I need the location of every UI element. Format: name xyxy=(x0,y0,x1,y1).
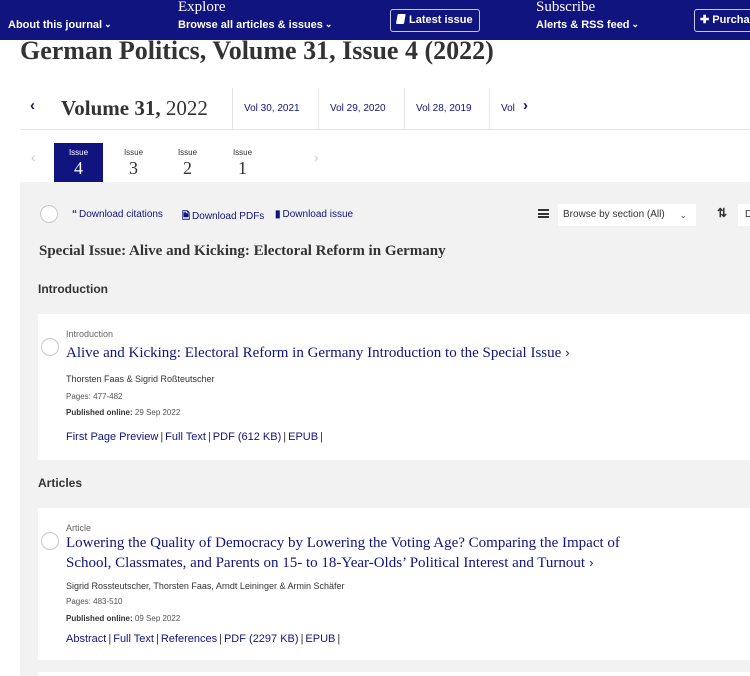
article-links: Abstract | Full Text | References | PDF (2297 … xyxy=(66,633,341,645)
full-text-link[interactable]: Full Text xyxy=(165,431,206,443)
article-card-next xyxy=(38,672,750,676)
download-issue-link[interactable]: ▮ Download issue xyxy=(275,209,353,220)
published-label: Published online: xyxy=(66,614,133,623)
section-heading-articles: Articles xyxy=(38,476,83,490)
article-pages: Pages: 477-482 xyxy=(66,392,123,401)
explore-menu[interactable]: Explore Browse all articles & issues ⌄ xyxy=(178,0,332,32)
subscribe-subtitle: Alerts & RSS feed xyxy=(536,19,630,31)
volume-link-30[interactable]: Vol 30, 2021 xyxy=(232,88,300,130)
browse-select-value: Browse by section (All) xyxy=(563,209,665,220)
published-date: 09 Sep 2022 xyxy=(134,614,181,623)
article-title-line-2: School, Classmates, and Parents on 15- t… xyxy=(66,555,586,571)
abstract-link[interactable]: Abstract xyxy=(66,633,106,645)
article-title-line-1: Lowering the Quality of Democracy by Low… xyxy=(66,535,620,551)
about-journal-label: About this journal xyxy=(8,19,103,31)
chevron-down-icon: ⌄ xyxy=(104,19,112,29)
issue-tab-label: Issue xyxy=(232,148,253,157)
about-journal-menu[interactable]: About this journal ⌄ xyxy=(8,19,112,32)
section-heading-introduction: Introduction xyxy=(38,282,108,296)
chevron-down-icon: ⌄ xyxy=(679,210,687,220)
published-label: Published online: xyxy=(66,408,133,417)
pdf-file-icon: 🗎 xyxy=(182,211,191,222)
article-type: Article xyxy=(66,523,92,533)
current-volume: Volume 31, 2022 xyxy=(61,96,208,121)
article-card: Introduction Alive and Kicking: Electora… xyxy=(38,314,750,460)
full-text-link[interactable]: Full Text xyxy=(113,633,154,645)
issue-tab-label: Issue xyxy=(177,148,198,157)
chevron-right-icon[interactable]: › xyxy=(523,97,528,114)
explore-subtitle: Browse all articles & issues xyxy=(178,19,323,31)
pdf-link[interactable]: PDF (612 KB) xyxy=(213,431,281,443)
purchase-label: Purcha xyxy=(712,14,750,26)
current-volume-year: 2022 xyxy=(165,96,208,120)
article-published-date: Published online: 29 Sep 2022 xyxy=(66,408,180,417)
references-link[interactable]: References xyxy=(161,633,217,645)
latest-issue-label: Latest issue xyxy=(409,14,473,26)
book-icon: ▮ xyxy=(275,209,281,220)
epub-link[interactable]: EPUB xyxy=(305,633,335,645)
explore-title: Explore xyxy=(178,0,226,15)
download-pdfs-label: Download PDFs xyxy=(192,211,265,222)
chevron-left-icon[interactable]: ‹ xyxy=(30,97,35,114)
article-links: First Page Preview | Full Text | PDF (612 KB… xyxy=(66,431,323,443)
pdf-link[interactable]: PDF (2297 KB) xyxy=(224,633,299,645)
article-card: Article Lowering the Quality of Democrac… xyxy=(38,508,750,660)
volume-link-27[interactable]: Vol xyxy=(489,88,515,130)
issue-contents-panel: “Download citations 🗎 Download PDFs ▮ Down… xyxy=(20,182,750,676)
book-icon xyxy=(395,14,406,24)
sort-select-value: D xyxy=(745,209,750,220)
issue-tab-2[interactable]: Issue 2 xyxy=(163,143,212,182)
subscribe-title: Subscribe xyxy=(536,0,596,15)
article-authors: Thorsten Faas & Sigrid Roßteutscher xyxy=(66,374,215,384)
article-type: Introduction xyxy=(66,329,114,339)
sort-select[interactable]: D xyxy=(738,204,750,226)
issue-tab-3[interactable]: Issue 3 xyxy=(109,143,158,182)
article-title-link[interactable]: Lowering the Quality of Democracy by Low… xyxy=(66,534,666,573)
chevron-left-icon[interactable]: ‹ xyxy=(31,150,35,165)
list-icon xyxy=(538,209,549,218)
volume-navigation: ‹ Volume 31, 2022 Vol 30, 2021 Vol 29, 2… xyxy=(20,88,750,130)
issue-tab-number: 4 xyxy=(74,158,83,178)
issue-tab-number: 1 xyxy=(238,158,247,178)
subscribe-menu[interactable]: Subscribe Alerts & RSS feed ⌄ xyxy=(536,0,639,32)
download-issue-label: Download issue xyxy=(282,209,354,220)
chevron-right-icon[interactable]: › xyxy=(314,150,318,165)
special-issue-title: Special Issue: Alive and Kicking: Electo… xyxy=(39,243,446,259)
browse-by-section-select[interactable]: Browse by section (All) ⌄ xyxy=(558,204,696,226)
issue-tab-number: 3 xyxy=(129,158,138,178)
article-pages: Pages: 483-510 xyxy=(66,597,123,606)
latest-issue-button[interactable]: Latest issue xyxy=(390,9,480,32)
chevron-down-icon: ⌄ xyxy=(631,19,640,29)
first-page-preview-link[interactable]: First Page Preview xyxy=(66,431,158,443)
epub-link[interactable]: EPUB xyxy=(288,431,318,443)
article-title: Alive and Kicking: Electoral Reform in G… xyxy=(66,345,562,361)
volume-link-29[interactable]: Vol 29, 2020 xyxy=(318,88,386,130)
volume-link-28[interactable]: Vol 28, 2019 xyxy=(404,88,472,130)
issue-tab-1[interactable]: Issue 1 xyxy=(218,143,267,182)
chevron-right-icon: › xyxy=(589,555,594,570)
issue-tab-label: Issue xyxy=(123,148,144,157)
article-published-date: Published online: 09 Sep 2022 xyxy=(66,614,180,623)
sort-icon: ⇅ xyxy=(717,206,728,220)
article-select-checkbox[interactable] xyxy=(41,338,59,356)
select-all-checkbox[interactable] xyxy=(40,205,58,223)
download-citations-link[interactable]: “Download citations xyxy=(72,209,163,220)
issue-tab-label: Issue xyxy=(68,148,89,157)
article-authors: Sigrid Rossteutscher, Thorsten Faas, Arn… xyxy=(66,581,345,591)
published-date: 29 Sep 2022 xyxy=(134,408,181,417)
download-pdfs-link[interactable]: 🗎 Download PDFs xyxy=(182,209,264,226)
chevron-right-icon: › xyxy=(565,345,570,360)
page-title: German Politics, Volume 31, Issue 4 (202… xyxy=(20,36,494,65)
issue-tab-number: 2 xyxy=(183,158,192,178)
current-volume-label: Volume 31, xyxy=(61,96,161,120)
plus-icon: ✚ xyxy=(700,14,710,26)
chevron-down-icon: ⌄ xyxy=(324,19,333,29)
article-title-link[interactable]: Alive and Kicking: Electoral Reform in G… xyxy=(66,343,666,363)
download-citations-label: Download citations xyxy=(79,209,163,220)
purchase-button[interactable]: ✚ Purcha xyxy=(694,9,750,32)
article-select-checkbox[interactable] xyxy=(41,532,59,550)
issue-tab-4[interactable]: Issue 4 xyxy=(54,143,103,182)
quote-icon: “ xyxy=(72,209,77,220)
top-navigation-bar: About this journal ⌄ Explore Browse all a… xyxy=(0,0,750,40)
